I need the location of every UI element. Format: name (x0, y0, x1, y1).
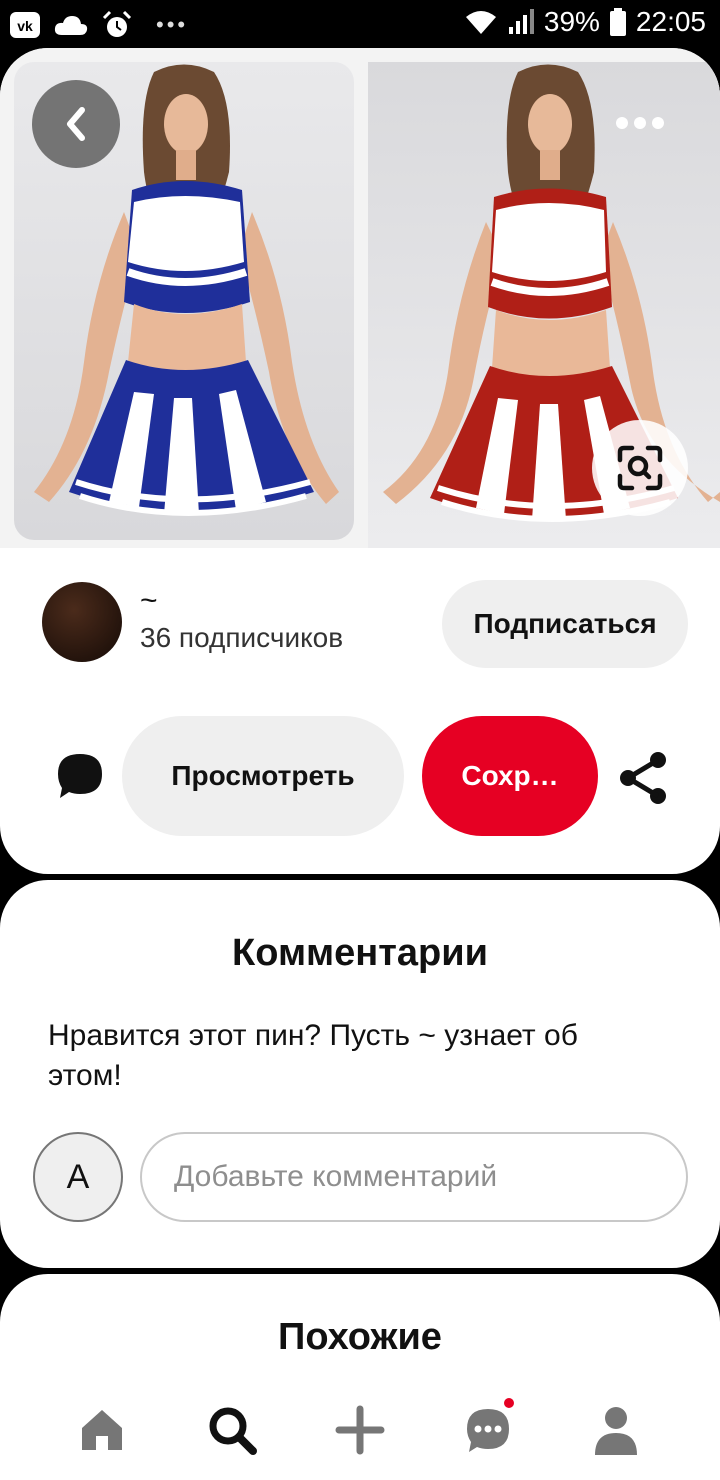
notification-dot (502, 1396, 516, 1410)
bottom-nav (0, 1392, 720, 1480)
avatar[interactable] (42, 582, 122, 662)
user-avatar: A (33, 1132, 123, 1222)
svg-text:vk: vk (17, 18, 33, 34)
comment-input[interactable] (140, 1132, 688, 1222)
share-icon[interactable] (616, 750, 672, 806)
comments-title: Комментарии (232, 932, 488, 974)
nav-search[interactable] (202, 1400, 262, 1460)
battery-percent: 39% (543, 6, 600, 37)
cloud-icon (54, 14, 88, 36)
chevron-left-icon (67, 107, 85, 141)
add-icon (335, 1405, 385, 1455)
back-button[interactable] (32, 80, 120, 168)
more-options-button[interactable] (600, 98, 680, 148)
dot-icon (616, 117, 628, 129)
pin-image[interactable] (0, 48, 720, 548)
lens-search-icon (617, 445, 663, 491)
comments-card: Комментарии Нравится этот пин? Пусть ~ у… (0, 880, 720, 1268)
home-icon (82, 1410, 122, 1450)
actions-row: Просмотреть Сохр… (0, 716, 720, 838)
vk-icon: vk (10, 12, 40, 38)
nav-home[interactable] (72, 1400, 132, 1460)
alarm-icon (102, 10, 132, 40)
pin-card: ~ 36 подписчиков Подписаться Просмотреть… (0, 48, 720, 874)
dot-icon (634, 117, 646, 129)
nav-messages[interactable] (458, 1396, 518, 1460)
nav-add[interactable] (330, 1400, 390, 1460)
creator-row: ~ 36 подписчиков Подписаться (0, 580, 720, 670)
nav-profile[interactable] (586, 1400, 646, 1460)
profile-icon (595, 1407, 637, 1455)
battery-icon (609, 8, 626, 36)
follower-count: 36 подписчиков (140, 622, 344, 653)
signal-icon (508, 9, 534, 35)
wifi-icon (464, 8, 498, 36)
status-bar: vk ••• 39% 22:05 (0, 0, 720, 50)
creator-name[interactable]: ~ (140, 584, 158, 618)
follow-button[interactable]: Подписаться (442, 580, 688, 668)
similar-title: Похожие (278, 1316, 442, 1358)
dot-icon (652, 117, 664, 129)
save-button[interactable]: Сохр… (422, 716, 598, 836)
messages-icon (467, 1409, 509, 1452)
view-button[interactable]: Просмотреть (122, 716, 404, 836)
search-icon (209, 1407, 257, 1455)
visual-search-button[interactable] (592, 420, 688, 516)
clock: 22:05 (635, 6, 706, 37)
comments-prompt: Нравится этот пин? Пусть ~ узнает об это… (48, 1019, 578, 1092)
comment-icon[interactable] (54, 750, 106, 802)
more-notifications-icon: ••• (156, 12, 189, 37)
